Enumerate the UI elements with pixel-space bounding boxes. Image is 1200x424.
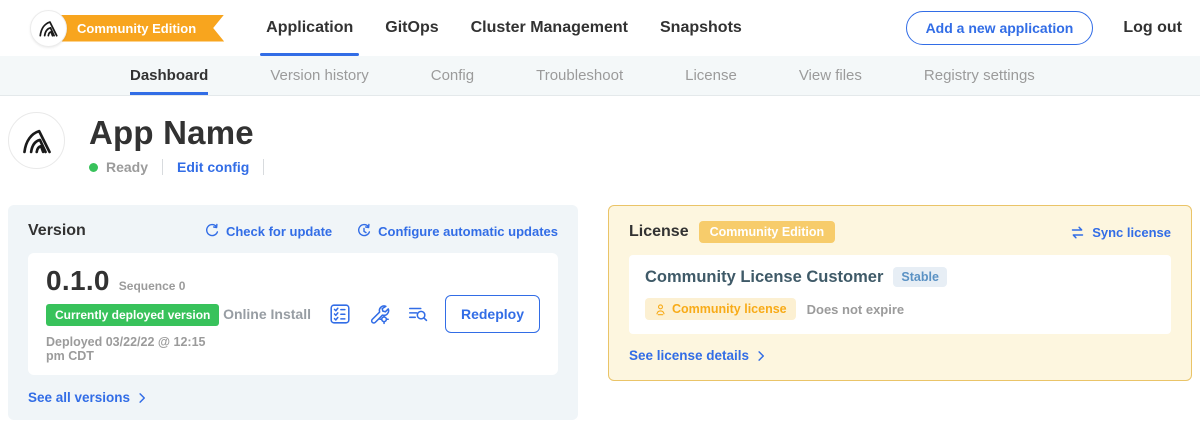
current-version-panel: 0.1.0 Sequence 0 Currently deployed vers… xyxy=(28,253,558,375)
nav-item-gitops[interactable]: GitOps xyxy=(369,0,454,56)
dashboard-cards: Version Check for update Configure autom… xyxy=(8,205,1192,420)
deployed-timestamp: Deployed 03/22/22 @ 12:15 pm CDT xyxy=(46,335,223,363)
sync-license-link[interactable]: Sync license xyxy=(1069,224,1171,241)
see-all-versions-link[interactable]: See all versions xyxy=(28,390,148,405)
nav-item-snapshots[interactable]: Snapshots xyxy=(644,0,758,56)
status-label: Ready xyxy=(106,159,148,175)
check-for-update-link[interactable]: Check for update xyxy=(204,223,332,239)
app-header: App Name Ready Edit config xyxy=(8,112,1192,175)
version-number: 0.1.0 xyxy=(46,265,110,297)
tab-version-history[interactable]: Version history xyxy=(270,56,368,95)
replicated-mark-icon xyxy=(21,125,53,157)
tab-view-files[interactable]: View files xyxy=(799,56,862,95)
nav-item-application[interactable]: Application xyxy=(250,0,369,56)
tab-config[interactable]: Config xyxy=(431,56,474,95)
nav-item-cluster-management[interactable]: Cluster Management xyxy=(455,0,644,56)
edit-config-link[interactable]: Edit config xyxy=(177,159,249,175)
sequence-label: Sequence 0 xyxy=(119,279,186,293)
app-status-row: Ready Edit config xyxy=(89,159,278,175)
see-all-versions-row: See all versions xyxy=(28,390,558,405)
divider xyxy=(263,159,264,175)
view-diff-icon[interactable] xyxy=(406,302,430,326)
replicated-mark-icon xyxy=(38,18,59,39)
customer-name: Community License Customer xyxy=(645,268,883,287)
top-navbar: Community Edition Application GitOps Clu… xyxy=(0,0,1200,56)
redeploy-button[interactable]: Redeploy xyxy=(445,295,540,333)
version-card-actions: Check for update Configure automatic upd… xyxy=(204,223,558,239)
configure-automatic-updates-link[interactable]: Configure automatic updates xyxy=(356,223,558,239)
preflight-checks-icon[interactable] xyxy=(328,302,352,326)
app-avatar xyxy=(8,112,65,169)
divider xyxy=(162,159,163,175)
license-card-title: License xyxy=(629,223,689,241)
edit-config-icon[interactable] xyxy=(367,302,391,326)
refresh-clock-icon xyxy=(356,223,372,239)
version-card: Version Check for update Configure autom… xyxy=(8,205,578,420)
license-type-badge: Community license xyxy=(645,298,796,320)
community-edition-badge: Community Edition xyxy=(699,221,836,243)
chevron-right-icon xyxy=(755,350,767,362)
version-info: 0.1.0 Sequence 0 Currently deployed vers… xyxy=(46,265,223,363)
app-header-text: App Name Ready Edit config xyxy=(89,112,278,175)
tab-license[interactable]: License xyxy=(685,56,737,95)
license-details-panel: Community License Customer Stable Commun… xyxy=(629,255,1171,334)
see-license-details-link[interactable]: See license details xyxy=(629,348,767,363)
license-card: License Community Edition Sync license C… xyxy=(608,205,1192,381)
install-type-label: Online Install xyxy=(223,306,311,322)
tab-registry-settings[interactable]: Registry settings xyxy=(924,56,1035,95)
tab-dashboard[interactable]: Dashboard xyxy=(130,56,208,95)
version-number-row: 0.1.0 Sequence 0 xyxy=(46,265,223,297)
chevron-right-icon xyxy=(136,392,148,404)
top-navbar-right: Add a new application Log out xyxy=(906,11,1200,45)
brand: Community Edition xyxy=(30,10,224,47)
app-subnav: Dashboard Version history Config Trouble… xyxy=(0,56,1200,96)
currently-deployed-badge: Currently deployed version xyxy=(46,304,219,326)
channel-badge: Stable xyxy=(893,267,947,287)
refresh-icon xyxy=(204,223,220,239)
edition-ribbon-badge: Community Edition xyxy=(48,15,224,42)
license-card-header: License Community Edition Sync license xyxy=(629,221,1171,243)
logout-button[interactable]: Log out xyxy=(1123,19,1182,37)
swap-arrows-icon xyxy=(1069,224,1086,241)
person-icon xyxy=(654,303,667,316)
primary-nav: Application GitOps Cluster Management Sn… xyxy=(250,0,758,56)
status-dot-ready xyxy=(89,163,98,172)
add-new-application-button[interactable]: Add a new application xyxy=(906,11,1094,45)
expiration-label: Does not expire xyxy=(807,302,905,317)
page-title: App Name xyxy=(89,114,278,152)
version-card-title: Version xyxy=(28,222,86,240)
customer-row: Community License Customer Stable xyxy=(645,267,1155,287)
version-card-header: Version Check for update Configure autom… xyxy=(28,222,558,240)
version-actions: Online Install xyxy=(223,295,540,333)
replicated-logo xyxy=(30,10,67,47)
license-type-row: Community license Does not expire xyxy=(645,298,1155,320)
see-license-details-row: See license details xyxy=(629,348,1171,363)
tab-troubleshoot[interactable]: Troubleshoot xyxy=(536,56,623,95)
